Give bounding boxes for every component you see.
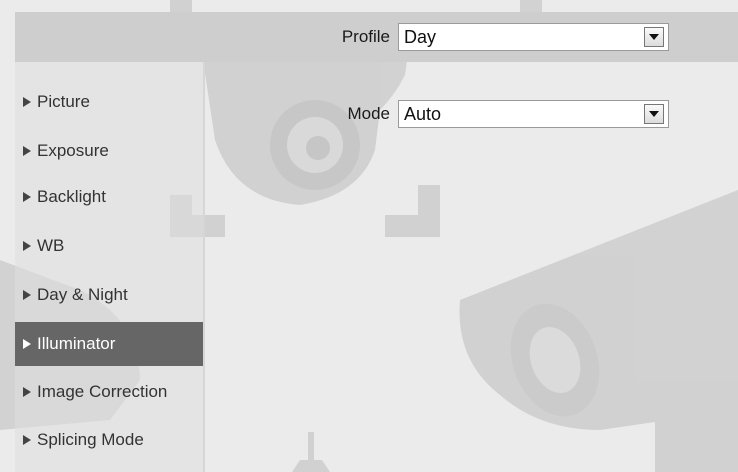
caret-right-icon xyxy=(23,290,31,300)
profile-label: Profile xyxy=(341,27,390,46)
chevron-down-icon[interactable] xyxy=(644,27,664,47)
caret-right-icon xyxy=(23,192,31,202)
sidebar-item-illuminator[interactable]: Illuminator xyxy=(15,322,203,366)
sidebar-item-wb[interactable]: WB xyxy=(15,224,203,268)
chevron-down-icon[interactable] xyxy=(644,104,664,124)
sidebar-item-label: Image Correction xyxy=(37,382,168,401)
sidebar-item-backlight[interactable]: Backlight xyxy=(15,175,203,219)
sidebar-item-day-night[interactable]: Day & Night xyxy=(15,273,203,317)
caret-right-icon xyxy=(23,387,31,397)
sidebar-item-label: Exposure xyxy=(37,141,109,160)
caret-right-icon xyxy=(23,339,31,349)
profile-select[interactable]: Day xyxy=(398,23,669,51)
sidebar-item-image-correction[interactable]: Image Correction xyxy=(15,370,203,414)
sidebar-item-label: Illuminator xyxy=(37,334,116,353)
caret-right-icon xyxy=(23,146,31,156)
sidebar-item-label: Day & Night xyxy=(37,285,128,304)
sidebar-item-label: WB xyxy=(37,236,65,255)
caret-right-icon xyxy=(23,241,31,251)
sidebar-item-picture[interactable]: Picture xyxy=(15,80,203,124)
caret-right-icon xyxy=(23,435,31,445)
sidebar-item-splicing-mode[interactable]: Splicing Mode xyxy=(15,418,203,462)
mode-label: Mode xyxy=(347,104,390,123)
mode-select[interactable]: Auto xyxy=(398,100,669,128)
profile-value: Day xyxy=(404,27,437,47)
mode-value: Auto xyxy=(404,104,442,124)
sidebar-item-label: Picture xyxy=(37,92,90,111)
sidebar-item-label: Splicing Mode xyxy=(37,430,144,449)
caret-right-icon xyxy=(23,97,31,107)
sidebar-item-exposure[interactable]: Exposure xyxy=(15,129,203,173)
camera-settings-page: Profile Day Picture Exposure Backlight W… xyxy=(0,0,738,472)
sidebar-nav: Picture Exposure Backlight WB Day & Nigh… xyxy=(15,62,205,472)
sidebar-item-label: Backlight xyxy=(37,187,106,206)
